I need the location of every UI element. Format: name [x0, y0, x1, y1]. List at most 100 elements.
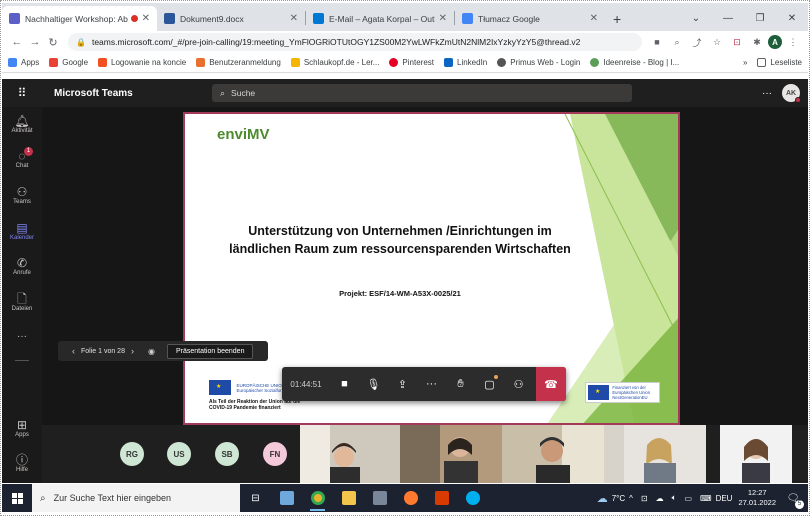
taskbar-app-explorer[interactable] [333, 484, 364, 512]
teams-header: ⠿ Microsoft Teams ⌕ Suche ··· AK [2, 79, 808, 107]
bookmark-linkedin[interactable]: LinkedIn [444, 58, 487, 67]
browser-tab-translate[interactable]: Tłumacz Google ✕ [455, 6, 605, 31]
user-avatar[interactable]: AK [782, 84, 801, 103]
eye-icon[interactable]: ◉ [148, 347, 155, 356]
rail-item-activity[interactable]: 🔔︎ Aktivität [2, 115, 42, 135]
camera-permission-icon[interactable]: ■ [648, 37, 666, 47]
rail-item-apps[interactable]: ⊞ Apps [2, 419, 42, 439]
bookmarks-more-button[interactable]: » [743, 58, 747, 67]
end-presentation-button[interactable]: Präsentation beenden [166, 343, 254, 359]
hang-up-button[interactable]: ☎︎ [536, 367, 566, 401]
close-window-icon[interactable]: ✕ [776, 13, 808, 24]
participant-video[interactable] [300, 425, 400, 483]
close-tab-icon[interactable]: ✕ [142, 13, 150, 24]
browser-tab-outlook[interactable]: E-Mail – Agata Korpal – Outlook ✕ [306, 6, 454, 31]
address-bar[interactable]: 🔒 teams.microsoft.com/_#/pre-join-callin… [68, 33, 642, 51]
more-actions-icon[interactable]: ··· [417, 367, 446, 401]
rail-item-calendar[interactable]: ▤ Kalender [2, 222, 42, 242]
ideenreise-icon [590, 58, 600, 67]
teams-favicon-icon [9, 13, 20, 24]
restore-icon[interactable]: ❐ [744, 13, 776, 24]
cloud-icon[interactable]: ☁ [656, 494, 664, 503]
eu-flag-icon [588, 385, 610, 400]
share-screen-icon[interactable]: ⇪ [388, 367, 417, 401]
camera-icon[interactable]: ■ [330, 367, 359, 401]
participant-video[interactable] [720, 425, 792, 483]
rail-item-chat[interactable]: ◌ 1 Chat [2, 147, 42, 169]
share-icon[interactable]: ⤴ [688, 36, 706, 49]
taskbar-app-skype[interactable] [457, 484, 488, 512]
task-view-button[interactable]: ⊟ [240, 484, 271, 512]
settings-more-icon[interactable]: ··· [762, 88, 772, 99]
rail-item-teams[interactable]: ⚇ Teams [2, 186, 42, 206]
taskbar-app-chrome[interactable] [302, 484, 333, 512]
close-tab-icon[interactable]: ✕ [439, 13, 447, 24]
taskbar-app-firefox[interactable] [395, 484, 426, 512]
new-tab-button[interactable]: + [605, 11, 629, 31]
bookmark-apps[interactable]: Apps [8, 58, 39, 67]
rail-item-calls[interactable]: ✆ Anrufe [2, 257, 42, 277]
temperature[interactable]: 7°C [612, 494, 625, 503]
close-tab-icon[interactable]: ✕ [590, 13, 598, 24]
participant-avatar[interactable]: US [167, 442, 191, 466]
bookmark-star-icon[interactable]: ☆ [708, 37, 726, 48]
participant-avatar[interactable]: FN [263, 442, 287, 466]
browser-tab-teams[interactable]: Nachhaltiger Workshop: Abla ✕ [2, 6, 157, 31]
taskbar-app-notes[interactable] [271, 484, 302, 512]
rail-label: Kalender [9, 235, 35, 241]
browser-tab-word[interactable]: Dokument9.docx ✕ [157, 6, 305, 31]
input-language[interactable]: DEU [716, 494, 733, 503]
volume-icon[interactable]: 🔈︎ [672, 493, 677, 503]
start-button[interactable] [2, 484, 32, 512]
rail-item-files[interactable]: 🗋︎ Dateien [2, 293, 42, 313]
extension-icon[interactable]: ⊡ [728, 37, 746, 48]
bookmark-schlaukopf[interactable]: Schlaukopf.de - Ler... [290, 58, 379, 67]
bookmark-ideenreise[interactable]: Ideenreise - Blog | I... [590, 58, 679, 67]
participant-avatar[interactable]: RG [120, 442, 144, 466]
taskbar-app-calculator[interactable] [364, 484, 395, 512]
pinterest-icon [389, 58, 399, 67]
network-icon[interactable]: ⊡ [641, 494, 648, 503]
participants-icon[interactable]: ⚇ [504, 367, 533, 401]
zoom-icon[interactable]: ⌕ [668, 37, 686, 48]
search-input[interactable]: ⌕ Suche [212, 84, 632, 102]
meeting-chat-icon[interactable]: ▢ [475, 367, 504, 401]
app-launcher-icon[interactable]: ⠿ [2, 86, 42, 100]
extensions-puzzle-icon[interactable]: ✱ [748, 37, 766, 48]
participant-video-image [502, 425, 604, 483]
next-slide-icon[interactable]: › [131, 346, 134, 356]
rail-more-button[interactable]: ··· [2, 331, 42, 342]
participant-avatar[interactable]: SB [215, 442, 239, 466]
forward-icon[interactable]: → [26, 36, 44, 48]
minimize-icon[interactable]: — [712, 13, 744, 24]
taskbar-clock[interactable]: 12:27 27.01.2022 [738, 488, 776, 508]
bookmark-pinterest[interactable]: Pinterest [389, 58, 434, 67]
taskbar-app-office[interactable] [426, 484, 457, 512]
close-tab-icon[interactable]: ✕ [290, 13, 298, 24]
taskbar-search-input[interactable]: ⌕ Zur Suche Text hier eingeben [32, 484, 240, 512]
profile-avatar[interactable]: A [768, 35, 782, 49]
search-placeholder: Suche [231, 88, 256, 98]
microphone-icon[interactable]: 🎙︎ [359, 367, 388, 401]
keyboard-icon[interactable]: ⌨ [700, 494, 712, 503]
file-explorer-icon [341, 491, 356, 505]
participant-video[interactable] [604, 425, 706, 483]
bookmark-primus[interactable]: Primus Web - Login [497, 58, 580, 67]
reading-list-button[interactable]: Leseliste [757, 58, 802, 67]
tab-search-icon[interactable]: ⌄ [680, 13, 712, 24]
participant-video[interactable] [502, 425, 604, 483]
bookmark-google[interactable]: Google [49, 58, 88, 67]
show-hidden-icons-icon[interactable]: ^ [629, 494, 633, 503]
back-icon[interactable]: ← [8, 36, 26, 48]
notifications-button[interactable]: 🗨︎ 5 [784, 489, 804, 509]
bookmark-logowanie[interactable]: Logowanie na koncie [98, 58, 186, 67]
battery-icon[interactable]: ▭ [684, 494, 692, 503]
rail-item-help[interactable]: ⓘ Hilfe [2, 454, 42, 474]
browser-menu-icon[interactable]: ⋮ [784, 37, 802, 48]
bookmark-benutzeranmeldung[interactable]: Benutzeranmeldung [196, 58, 281, 67]
previous-slide-icon[interactable]: ‹ [72, 346, 75, 356]
eu-right-text: Finanziert von der Europäischen Union Ne… [612, 385, 651, 400]
participant-video[interactable] [400, 425, 502, 483]
raise-hand-icon[interactable]: ✋︎ [446, 367, 475, 401]
reload-icon[interactable]: ↻ [44, 36, 62, 49]
